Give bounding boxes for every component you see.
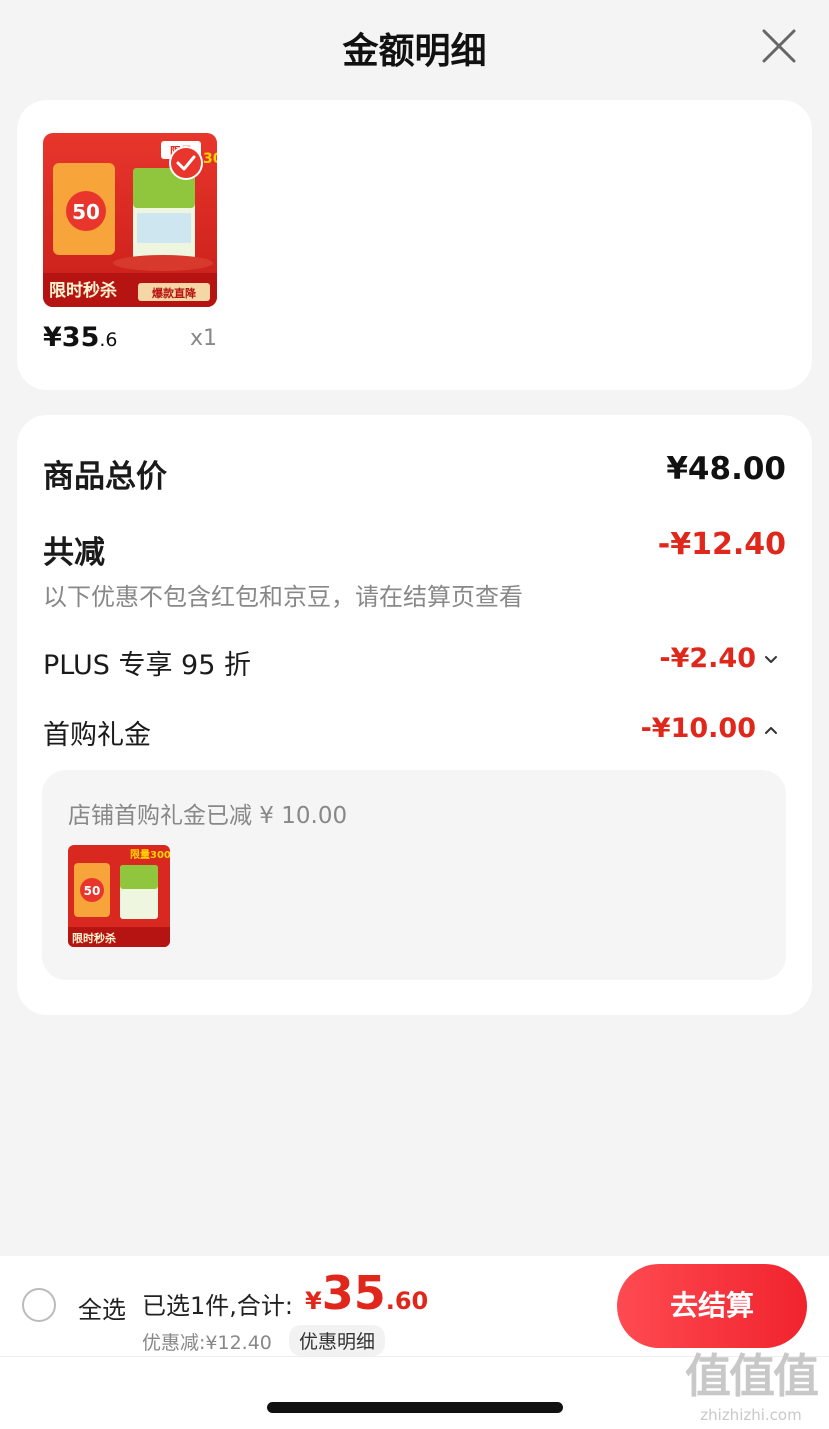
product-quantity: x1 [190,326,218,351]
plus-discount-value: -¥2.40 [659,643,756,674]
close-icon[interactable] [759,26,799,66]
total-price-value: ¥48.00 [666,451,786,487]
plus-discount-row[interactable]: PLUS 专享 95 折 -¥2.40 [43,643,786,681]
discount-amount: 优惠减:¥12.40 [142,1332,272,1354]
gift-detail-box: 店铺首购礼金已减 ¥ 10.00 50 限时秒杀 限量3000 [42,770,786,980]
product-flash-sale-text: 限时秒杀 [49,280,117,301]
watermark-url: zhizhizhi.com [700,1406,802,1424]
gift-thumb-number: 50 [84,884,101,898]
plus-discount-label: PLUS 专享 95 折 [43,650,251,681]
total-price-row: 商品总价 ¥48.00 [43,451,786,495]
product-price-dec: .6 [99,329,118,351]
header: 金额明细 [0,0,829,95]
product-price: ¥35.6 [43,322,118,353]
total-dec: .60 [385,1287,429,1315]
selected-count-text: 已选1件,合计: [142,1292,293,1320]
first-purchase-gift-value: -¥10.00 [640,713,756,744]
discount-detail-button[interactable]: 优惠明细 [289,1325,386,1356]
watermark-logo: 值值值 [685,1349,819,1403]
total-int: 35 [321,1266,386,1320]
chevron-up-icon[interactable] [764,723,778,737]
product-price-int: ¥35 [43,322,100,353]
total-currency: ¥ [305,1287,322,1315]
select-all-radio[interactable] [22,1288,56,1322]
products-card: 50 限时秒杀 爆款直降 限量 300 ¥35.6 x1 [17,100,812,390]
first-purchase-gift-label: 首购礼金 [43,720,151,751]
home-indicator [267,1402,563,1413]
product-badge-number: 50 [72,200,100,224]
total-price-label: 商品总价 [43,459,167,495]
selected-check-icon[interactable] [169,146,203,180]
product-corner-number: 300 [203,151,217,167]
first-purchase-gift-row[interactable]: 首购礼金 -¥10.00 [43,713,786,751]
product-hot-deal-text: 爆款直降 [152,286,197,300]
total-reduce-label: 共减 [43,535,105,571]
summary-card: 商品总价 ¥48.00 共减 -¥12.40 以下优惠不包含红包和京豆，请在结算… [17,415,812,1015]
checkout-button[interactable]: 去结算 [617,1264,807,1348]
watermark: 值值值 zhizhizhi.com [681,1340,821,1425]
gift-product-thumbnail: 50 限时秒杀 限量3000 [68,845,170,947]
gift-thumb-limited-text: 限量3000 [130,848,170,861]
gift-detail-text: 店铺首购礼金已减 ¥ 10.00 [68,803,348,829]
total-reduce-row: 共减 -¥12.40 [43,527,786,571]
page-title: 金额明细 [342,31,487,72]
select-all-label[interactable]: 全选 [78,1290,126,1325]
total-amount: ¥35.60 [305,1266,428,1320]
gift-thumb-flash-text: 限时秒杀 [72,931,116,945]
reduce-note: 以下优惠不包含红包和京豆，请在结算页查看 [43,583,523,611]
chevron-down-icon[interactable] [764,653,778,667]
total-reduce-value: -¥12.40 [657,527,786,562]
